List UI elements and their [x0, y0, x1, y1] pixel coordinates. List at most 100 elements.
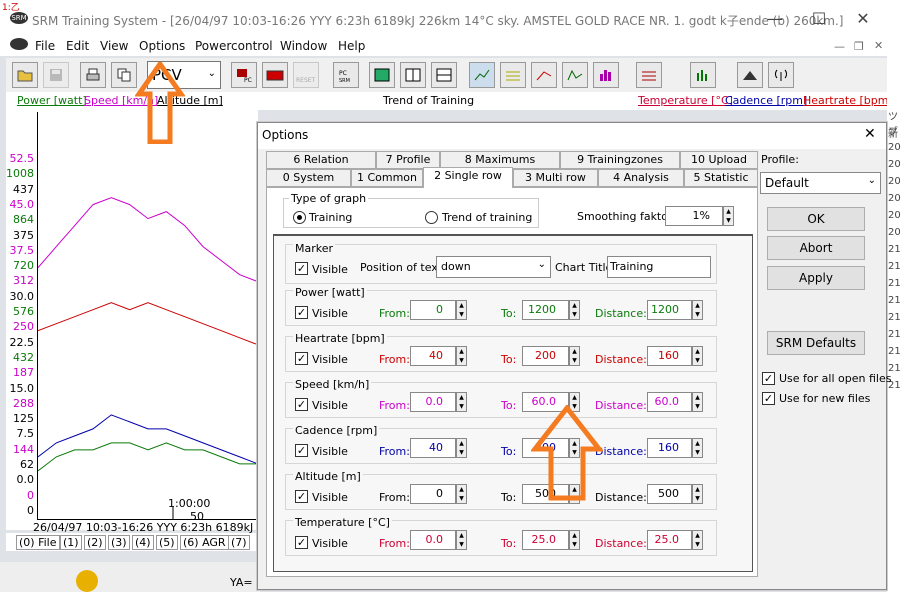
apply-button[interactable]: Apply: [767, 266, 865, 290]
smoothing-input[interactable]: 1%: [665, 206, 723, 226]
bottom-tab-4[interactable]: (4): [132, 535, 154, 550]
radio-trend[interactable]: [425, 211, 438, 224]
to-input[interactable]: 25.0: [522, 530, 569, 550]
series-visible-checkbox[interactable]: ✓: [295, 536, 308, 549]
pc-card-button[interactable]: [262, 62, 288, 88]
reset-button[interactable]: RESET: [293, 62, 319, 88]
dialog-close-button[interactable]: ✕: [864, 126, 876, 142]
menu-help[interactable]: Help: [338, 39, 365, 53]
legend-power[interactable]: Power [watt]: [17, 94, 87, 107]
distance-spinner[interactable]: ▲ ▼: [692, 300, 703, 320]
copy-button[interactable]: [111, 62, 137, 88]
distance-spinner[interactable]: ▲ ▼: [692, 438, 703, 458]
close-window-button[interactable]: ✕: [848, 8, 878, 30]
tab-single-row[interactable]: 2 Single row: [423, 167, 513, 188]
mdi-restore-button[interactable]: ❐: [854, 40, 864, 53]
legend-temperature[interactable]: Temperature [°C]: [638, 94, 733, 107]
marker-visible-checkbox[interactable]: ✓: [295, 262, 308, 275]
stat-chart-button[interactable]: [636, 62, 662, 88]
tab-upload[interactable]: 10 Upload: [680, 151, 758, 169]
to-input[interactable]: 60.0: [522, 392, 569, 412]
pc-srm-button[interactable]: PC SRM: [333, 62, 359, 88]
to-spinner[interactable]: ▲ ▼: [569, 484, 580, 504]
profile-select[interactable]: Default ⌄: [760, 172, 881, 194]
minimize-button[interactable]: —: [760, 8, 790, 30]
position-select[interactable]: down ⌄: [436, 256, 551, 278]
distance-input[interactable]: 60.0: [647, 392, 692, 412]
to-spinner[interactable]: ▲ ▼: [569, 392, 580, 412]
bottom-tab-5[interactable]: (5): [156, 535, 178, 550]
series-visible-checkbox[interactable]: ✓: [295, 490, 308, 503]
legend-cadence[interactable]: Cadence [rpm]: [725, 94, 807, 107]
to-input[interactable]: 1200: [522, 300, 569, 320]
split-view-button[interactable]: [400, 62, 426, 88]
to-input[interactable]: 500: [522, 484, 569, 504]
save-button[interactable]: [43, 62, 69, 88]
to-input[interactable]: 200: [522, 346, 569, 366]
legend-heartrate[interactable]: Heartrate [bpm]: [803, 94, 893, 107]
use-new-files-checkbox[interactable]: ✓: [762, 392, 775, 405]
menu-powercontrol[interactable]: Powercontrol: [195, 39, 273, 53]
from-spinner[interactable]: ▲ ▼: [456, 346, 467, 366]
legend-altitude[interactable]: Altitude [m]: [157, 94, 223, 107]
bar-chart-button[interactable]: [690, 62, 716, 88]
zones-chart-button[interactable]: [500, 62, 526, 88]
tab-statistic[interactable]: 5 Statistic: [684, 169, 758, 187]
srm-defaults-button[interactable]: SRM Defaults: [767, 331, 865, 355]
menu-options[interactable]: Options: [139, 39, 185, 53]
ok-button[interactable]: OK: [767, 207, 865, 231]
distance-spinner[interactable]: ▲ ▼: [692, 346, 703, 366]
from-spinner[interactable]: ▲ ▼: [456, 392, 467, 412]
from-input[interactable]: 0: [410, 300, 456, 320]
series-visible-checkbox[interactable]: ✓: [295, 306, 308, 319]
tab-multi-row[interactable]: 3 Multi row: [513, 169, 598, 187]
menu-file[interactable]: File: [35, 39, 55, 53]
profile-chart-button[interactable]: [737, 62, 763, 88]
series-visible-checkbox[interactable]: ✓: [295, 398, 308, 411]
bottom-tab-2[interactable]: (2): [84, 535, 106, 550]
from-input[interactable]: 0: [410, 484, 456, 504]
view-graph-button[interactable]: [369, 62, 395, 88]
abort-button[interactable]: Abort: [767, 236, 865, 260]
to-spinner[interactable]: ▲ ▼: [569, 300, 580, 320]
rows-view-button[interactable]: [431, 62, 457, 88]
menu-edit[interactable]: Edit: [66, 39, 89, 53]
bottom-tab-7[interactable]: (7): [228, 535, 250, 550]
distance-input[interactable]: 25.0: [647, 530, 692, 550]
distance-spinner[interactable]: ▲ ▼: [692, 484, 703, 504]
legend-speed[interactable]: Speed [km/h]: [84, 94, 158, 107]
bottom-tab-1[interactable]: (1): [60, 535, 82, 550]
series-visible-checkbox[interactable]: ✓: [295, 352, 308, 365]
histogram-button[interactable]: [593, 62, 619, 88]
from-input[interactable]: 40: [410, 346, 456, 366]
distance-input[interactable]: 160: [647, 438, 692, 458]
chart-title-input[interactable]: Training: [607, 256, 711, 278]
distance-input[interactable]: 1200: [647, 300, 692, 320]
to-spinner[interactable]: ▲ ▼: [569, 346, 580, 366]
menu-view[interactable]: View: [100, 39, 128, 53]
distance-spinner[interactable]: ▲ ▼: [692, 530, 703, 550]
analysis-chart-button[interactable]: [562, 62, 588, 88]
bottom-tab-3[interactable]: (3): [108, 535, 130, 550]
from-input[interactable]: 40: [410, 438, 456, 458]
smoothing-spinner[interactable]: ▲ ▼: [723, 206, 734, 226]
maximize-button[interactable]: ☐: [804, 8, 834, 30]
bottom-tab-6[interactable]: (6) AGR: [180, 535, 229, 550]
trend-chart-button[interactable]: [531, 62, 557, 88]
tab-relation[interactable]: 6 Relation: [266, 151, 376, 169]
from-spinner[interactable]: ▲ ▼: [456, 300, 467, 320]
bottom-tab-file[interactable]: (0) File: [16, 535, 60, 550]
antenna-icon[interactable]: [768, 62, 794, 88]
print-button[interactable]: [80, 62, 106, 88]
pc-download-button[interactable]: PC: [231, 62, 257, 88]
mdi-close-button[interactable]: ✕: [874, 39, 883, 52]
from-input[interactable]: 0.0: [410, 392, 456, 412]
menu-window[interactable]: Window: [280, 39, 327, 53]
distance-input[interactable]: 160: [647, 346, 692, 366]
distance-spinner[interactable]: ▲ ▼: [692, 392, 703, 412]
use-all-files-checkbox[interactable]: ✓: [762, 372, 775, 385]
radio-training[interactable]: [293, 211, 306, 224]
distance-input[interactable]: 500: [647, 484, 692, 504]
from-input[interactable]: 0.0: [410, 530, 456, 550]
to-spinner[interactable]: ▲ ▼: [569, 438, 580, 458]
